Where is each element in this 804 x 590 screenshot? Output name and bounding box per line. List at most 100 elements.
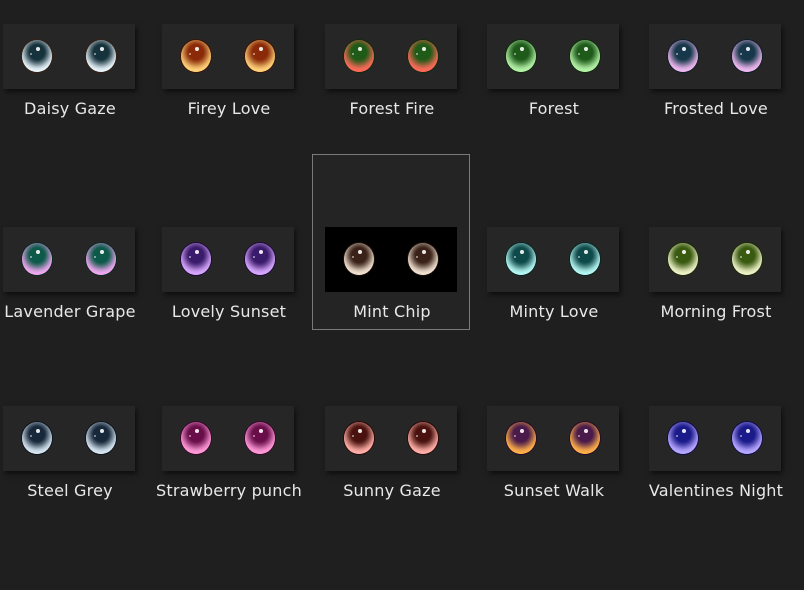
eye-highlight (94, 53, 96, 55)
eye-highlight (746, 250, 750, 254)
eye-highlight (416, 256, 418, 258)
eye-thumbnail (325, 227, 457, 292)
eye-highlight (578, 435, 580, 437)
eye-highlight (100, 47, 104, 51)
eye-highlight (422, 47, 426, 51)
eye-highlight (253, 53, 255, 55)
eye-icon (732, 243, 762, 275)
eye-highlight (195, 47, 199, 51)
eye-highlight (259, 47, 263, 51)
eye-highlight (676, 435, 678, 437)
eye-texture-tile[interactable]: Steel Grey (0, 333, 148, 509)
eye-icon (22, 243, 52, 275)
eye-highlight (514, 53, 516, 55)
eye-highlight (584, 429, 588, 433)
eye-thumbnail (487, 227, 619, 292)
eye-icon (245, 422, 275, 454)
eye-highlight (358, 429, 362, 433)
eye-texture-tile[interactable]: Frosted Love (636, 0, 794, 127)
tile-label: Strawberry punch (156, 481, 302, 500)
eye-icon (408, 422, 438, 454)
eye-icon (668, 40, 698, 72)
eye-highlight (30, 53, 32, 55)
eye-highlight (253, 435, 255, 437)
eye-texture-tile[interactable]: Valentines Night (636, 333, 794, 509)
eye-texture-tile[interactable]: Strawberry punch (149, 333, 307, 509)
eye-icon (245, 40, 275, 72)
eye-icon (732, 422, 762, 454)
eye-highlight (676, 53, 678, 55)
eye-highlight (584, 250, 588, 254)
eye-texture-tile[interactable]: Morning Frost (636, 154, 794, 330)
eye-highlight (584, 47, 588, 51)
eye-highlight (514, 435, 516, 437)
eye-icon (181, 40, 211, 72)
eye-highlight (416, 435, 418, 437)
eye-icon (408, 243, 438, 275)
eye-thumbnail (487, 406, 619, 471)
eye-icon (506, 40, 536, 72)
eye-highlight (740, 53, 742, 55)
eye-texture-tile[interactable]: Firey Love (149, 0, 307, 127)
eye-texture-tile[interactable]: Sunny Gaze (312, 333, 470, 509)
eye-highlight (94, 256, 96, 258)
eye-texture-tile[interactable]: Mint Chip (312, 154, 470, 330)
eye-thumbnail (3, 24, 135, 89)
eye-icon (86, 243, 116, 275)
eye-highlight (195, 429, 199, 433)
eye-highlight (520, 250, 524, 254)
eye-highlight (352, 53, 354, 55)
eye-icon (570, 40, 600, 72)
eye-icon (344, 422, 374, 454)
eye-thumbnail (649, 406, 781, 471)
eye-texture-tile[interactable]: Forest Fire (312, 0, 470, 127)
tile-label: Sunny Gaze (343, 481, 441, 500)
tile-label: Firey Love (187, 99, 271, 118)
eye-highlight (578, 256, 580, 258)
eye-thumbnail (162, 406, 294, 471)
eye-icon (245, 243, 275, 275)
eye-icon (22, 422, 52, 454)
eye-thumbnail (487, 24, 619, 89)
eye-icon (732, 40, 762, 72)
eye-highlight (259, 429, 263, 433)
eye-texture-tile[interactable]: Lovely Sunset (149, 154, 307, 330)
eye-texture-tile[interactable]: Daisy Gaze (0, 0, 148, 127)
eye-texture-tile[interactable]: Lavender Grape (0, 154, 148, 330)
eye-highlight (358, 47, 362, 51)
eye-icon (408, 40, 438, 72)
eye-thumbnail (3, 406, 135, 471)
image-grid: Daisy Gaze Firey Love Forest Fire Forest Fro… (0, 0, 804, 590)
eye-highlight (259, 250, 263, 254)
eye-highlight (352, 256, 354, 258)
eye-highlight (36, 250, 40, 254)
eye-highlight (352, 435, 354, 437)
eye-thumbnail (649, 24, 781, 89)
eye-texture-tile[interactable]: Sunset Walk (474, 333, 632, 509)
tile-label: Sunset Walk (503, 481, 605, 500)
eye-texture-tile[interactable]: Forest (474, 0, 632, 127)
eye-highlight (514, 256, 516, 258)
eye-texture-tile[interactable]: Minty Love (474, 154, 632, 330)
tile-label: Valentines Night (648, 481, 784, 500)
eye-icon (86, 40, 116, 72)
eye-icon (668, 243, 698, 275)
eye-highlight (195, 250, 199, 254)
eye-highlight (746, 429, 750, 433)
eye-icon (181, 422, 211, 454)
tile-label: Daisy Gaze (24, 99, 116, 118)
eye-icon (506, 243, 536, 275)
eye-highlight (520, 429, 524, 433)
eye-highlight (94, 435, 96, 437)
eye-thumbnail (3, 227, 135, 292)
eye-highlight (416, 53, 418, 55)
tile-label: Lovely Sunset (171, 302, 287, 321)
eye-highlight (189, 256, 191, 258)
eye-thumbnail (162, 24, 294, 89)
eye-icon (22, 40, 52, 72)
eye-highlight (740, 256, 742, 258)
tile-label: Frosted Love (664, 99, 768, 118)
eye-thumbnail (649, 227, 781, 292)
eye-highlight (30, 256, 32, 258)
eye-thumbnail (325, 406, 457, 471)
